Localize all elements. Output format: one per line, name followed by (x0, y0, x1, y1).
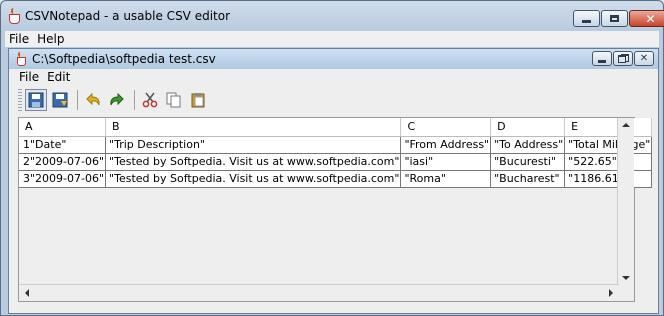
scroll-down-icon[interactable] (622, 276, 630, 280)
save-as-button[interactable] (49, 89, 71, 111)
scroll-left-icon[interactable] (25, 289, 29, 297)
minimize-icon (582, 20, 591, 23)
table-cell[interactable]: "Trip Description" (105, 136, 402, 154)
column-header-b[interactable]: B (105, 118, 402, 137)
menu-edit[interactable]: Edit (43, 69, 74, 85)
table-cell[interactable]: "From Address" (400, 136, 492, 154)
document-menubar: File Edit (9, 69, 658, 85)
csv-table: A B C D E 1"Date" "Trip Description" "Fr… (18, 117, 653, 302)
close-button[interactable]: ✕ (629, 10, 664, 27)
column-header-a[interactable]: A (19, 118, 107, 137)
table-cell[interactable]: "Tested by Softpedia. Visit us at www.so… (105, 170, 402, 188)
table-cell[interactable]: "iasi" (400, 153, 492, 171)
redo-button[interactable] (106, 89, 128, 111)
table-cell[interactable]: 1"Date" (19, 136, 107, 154)
window-controls: ✕ (573, 10, 664, 27)
table-cell[interactable]: "Bucharest" (490, 170, 566, 188)
maximize-button[interactable] (601, 10, 628, 27)
cell-value: "Date" (30, 138, 67, 151)
close-icon: ✕ (645, 11, 656, 26)
paste-icon (191, 93, 205, 108)
window-title: CSVNotepad - a usable CSV editor (25, 9, 231, 23)
main-window: CSVNotepad - a usable CSV editor ✕ File … (0, 0, 664, 316)
row-number: 3 (23, 172, 30, 185)
toolbar-separator (134, 90, 135, 110)
cut-icon (142, 92, 158, 108)
column-header-row: A B C D E (19, 118, 653, 137)
row-number: 1 (23, 138, 30, 151)
document-title-bar: C:\Softpedia\softpedia test.csv ✕ (9, 49, 658, 69)
menu-help[interactable]: Help (33, 31, 68, 47)
doc-minimize-button[interactable] (592, 51, 612, 66)
minimize-button[interactable] (573, 10, 600, 27)
column-header-c[interactable]: C (400, 118, 492, 137)
save-button[interactable] (25, 89, 47, 111)
copy-icon (166, 92, 181, 108)
table-cell[interactable]: "Total Mileage" (564, 136, 653, 154)
undo-icon (86, 92, 100, 106)
vertical-scrollbar[interactable] (617, 118, 634, 285)
restore-icon (617, 54, 629, 63)
paste-button[interactable] (187, 89, 209, 111)
cell-value: "2009-07-06" (30, 155, 105, 168)
horizontal-scrollbar[interactable] (19, 284, 619, 301)
menu-file[interactable]: File (5, 31, 33, 47)
scroll-right-icon[interactable] (609, 289, 613, 297)
java-cup-icon (15, 52, 27, 66)
cell-value: "2009-07-06" (30, 172, 105, 185)
column-header-d[interactable]: D (490, 118, 566, 137)
minimize-icon (598, 59, 606, 63)
toolbar-separator (77, 90, 78, 110)
document-window-controls: ✕ (592, 51, 654, 66)
menu-file[interactable]: File (15, 69, 43, 85)
save-icon (28, 92, 44, 108)
undo-button[interactable] (82, 89, 104, 111)
table-row: 3"2009-07-06" "Tested by Softpedia. Visi… (19, 170, 653, 188)
table-row: 1"Date" "Trip Description" "From Address… (19, 136, 653, 154)
app-menubar: File Help (5, 31, 659, 47)
doc-close-button[interactable]: ✕ (634, 51, 654, 66)
column-header-e[interactable]: E (564, 118, 653, 137)
table-cell[interactable]: "To Address" (490, 136, 566, 154)
maximize-icon (610, 15, 619, 22)
document-title: C:\Softpedia\softpedia test.csv (32, 52, 216, 66)
table-cell[interactable]: "1186.61" (564, 170, 653, 188)
table-cell[interactable]: 2"2009-07-06" (19, 153, 107, 171)
table-cell[interactable]: "Roma" (400, 170, 492, 188)
java-cup-icon (7, 8, 21, 24)
table-cell[interactable]: 3"2009-07-06" (19, 170, 107, 188)
table-row: 2"2009-07-06" "Tested by Softpedia. Visi… (19, 153, 653, 171)
copy-button[interactable] (163, 89, 185, 111)
table-cell[interactable]: "522.65" (564, 153, 653, 171)
doc-restore-button[interactable] (613, 51, 633, 66)
row-number: 2 (23, 155, 30, 168)
document-window: C:\Softpedia\softpedia test.csv ✕ File E… (8, 48, 659, 314)
close-icon: ✕ (639, 52, 649, 64)
toolbar-grip[interactable] (18, 89, 22, 111)
title-bar: CSVNotepad - a usable CSV editor (7, 8, 230, 24)
scroll-up-icon[interactable] (622, 123, 630, 127)
toolbar (18, 87, 211, 113)
save-as-icon (52, 92, 68, 108)
table-cell[interactable]: "Bucuresti" (490, 153, 566, 171)
csv-grid: A B C D E 1"Date" "Trip Description" "Fr… (19, 118, 653, 188)
table-cell[interactable]: "Tested by Softpedia. Visit us at www.so… (105, 153, 402, 171)
redo-icon (110, 92, 124, 106)
cut-button[interactable] (139, 89, 161, 111)
